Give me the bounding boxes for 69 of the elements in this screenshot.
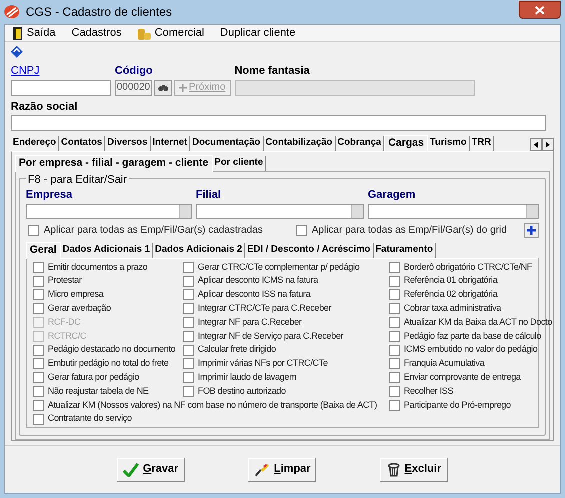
tab[interactable]: TRR bbox=[470, 136, 494, 151]
menu-item[interactable]: Cadastros bbox=[66, 25, 128, 41]
tab[interactable]: Cobrança bbox=[336, 136, 384, 151]
tab[interactable]: Turismo bbox=[428, 136, 470, 151]
checkbox-label: FOB destino autorizado bbox=[198, 384, 286, 398]
checkbox-label: Aplicar para todas as Emp/Fil/Gar(s) cadastradas bbox=[44, 224, 263, 238]
checkbox-label: Integrar NF de Serviço para C.Receber bbox=[198, 330, 344, 343]
checkbox-label: RCF-DC bbox=[48, 316, 81, 329]
tab[interactable]: Internet bbox=[150, 136, 190, 151]
tab[interactable]: Contatos bbox=[59, 136, 106, 151]
checkbox-label: Calcular frete dirigido bbox=[198, 343, 276, 356]
checkbox-label: Franquia Acumulativa bbox=[404, 357, 485, 370]
checkbox-label: Integrar CTRC/CTe para C.Receber bbox=[198, 302, 332, 316]
checkbox-label: Contratante do serviço bbox=[48, 412, 132, 426]
cnpj-link[interactable]: CNPJ bbox=[11, 63, 111, 80]
checkbox-label: Micro empresa bbox=[48, 288, 104, 302]
checkbox-label: Referência 02 obrigatória bbox=[404, 288, 498, 302]
nome-fantasia-label: Nome fantasia bbox=[234, 64, 311, 79]
checkbox-label: Atualizar KM da Baixa da ACT no Docto bbox=[404, 316, 552, 329]
checkbox-label: Embutir pedágio no total do frete bbox=[48, 357, 169, 370]
group-title: F8 - para Editar/Sair bbox=[26, 172, 130, 188]
tab[interactable]: Por empresa - filial - garagem - cliente bbox=[15, 155, 213, 172]
action-button[interactable]: Limpar bbox=[248, 458, 316, 482]
menu-item[interactable]: Duplicar cliente bbox=[214, 25, 302, 41]
checkbox-label: Gerar CTRC/CTe complementar p/ pedágio bbox=[198, 260, 360, 274]
checkbox-label: Aplicar desconto ICMS na fatura bbox=[198, 274, 318, 288]
checkbox-label: ICMS embutido no valor do pedágio bbox=[404, 343, 538, 356]
action-button[interactable]: Excluir bbox=[380, 458, 448, 482]
checkbox-label: Participante do Pró-emprego bbox=[404, 398, 511, 412]
checkbox-label: Gerar fatura por pedágio bbox=[48, 371, 140, 384]
tab[interactable]: Geral bbox=[26, 242, 61, 258]
empresa-label: Empresa bbox=[26, 188, 74, 203]
tab[interactable]: Endereço bbox=[11, 136, 60, 151]
menu-item[interactable]: Comercial bbox=[132, 25, 210, 41]
checkbox-label: Pedágio faz parte da base de cálculo bbox=[404, 330, 542, 343]
checkbox-label: Cobrar taxa administrativa bbox=[404, 302, 502, 316]
tab[interactable]: Cargas bbox=[384, 135, 428, 151]
checkbox-label: Aplicar desconto ISS na fatura bbox=[198, 288, 311, 302]
checkbox-label: Protestar bbox=[48, 274, 82, 288]
tab[interactable]: EDI / Desconto / Acréscimo bbox=[245, 242, 374, 258]
checkbox-label: Referência 01 obrigatória bbox=[404, 274, 498, 288]
checkbox-label: Recolher ISS bbox=[404, 384, 454, 398]
checkbox-label: Gerar averbação bbox=[48, 302, 112, 316]
checkbox-label: Pedágio destacado no documento bbox=[48, 343, 176, 356]
tab[interactable]: Diversos bbox=[105, 136, 151, 151]
tab[interactable]: Dados Adicionais 2 bbox=[153, 242, 246, 258]
checkbox-label: Emitir documentos a prazo bbox=[48, 260, 148, 274]
checkbox-label: RCTRC/C bbox=[48, 330, 86, 343]
garagem-label: Garagem bbox=[368, 188, 417, 203]
razao-social-label: Razão social bbox=[11, 100, 79, 114]
tab[interactable]: Documentação bbox=[190, 136, 264, 151]
checkbox-label: Aplicar para todas as Emp/Fil/Gar(s) do grid bbox=[312, 224, 508, 238]
tab[interactable]: Por cliente bbox=[212, 156, 266, 171]
checkbox-label: Enviar comprovante de entrega bbox=[404, 371, 521, 384]
filial-label: Filial bbox=[196, 188, 222, 203]
tab[interactable]: Faturamento bbox=[374, 242, 436, 258]
checkbox-label: Imprimir laudo de lavagem bbox=[198, 371, 297, 384]
action-button[interactable]: Gravar bbox=[116, 458, 185, 482]
tab[interactable]: Contabilização bbox=[264, 136, 336, 151]
checkbox-label: Borderô obrigatório CTRC/CTe/NF bbox=[404, 260, 532, 274]
codigo-field[interactable]: 000020 bbox=[115, 80, 152, 96]
checkbox-label: Não reajustar tabela de NE bbox=[48, 384, 149, 398]
menu-item[interactable]: Saída bbox=[7, 25, 62, 41]
tab[interactable]: Dados Adicionais 1 bbox=[60, 242, 154, 258]
checkbox-label: Integrar NF para C.Receber bbox=[198, 316, 302, 329]
window-title: CGS - Cadastro de clientes bbox=[26, 4, 172, 21]
checkbox-label: Imprimir várias NFs por CTRC/CTe bbox=[198, 357, 328, 370]
checkbox-label: Atualizar KM (Nossos valores) na NF com base no número de transporte (Baixa de ACT) bbox=[48, 398, 378, 412]
codigo-label: Código bbox=[115, 64, 154, 79]
